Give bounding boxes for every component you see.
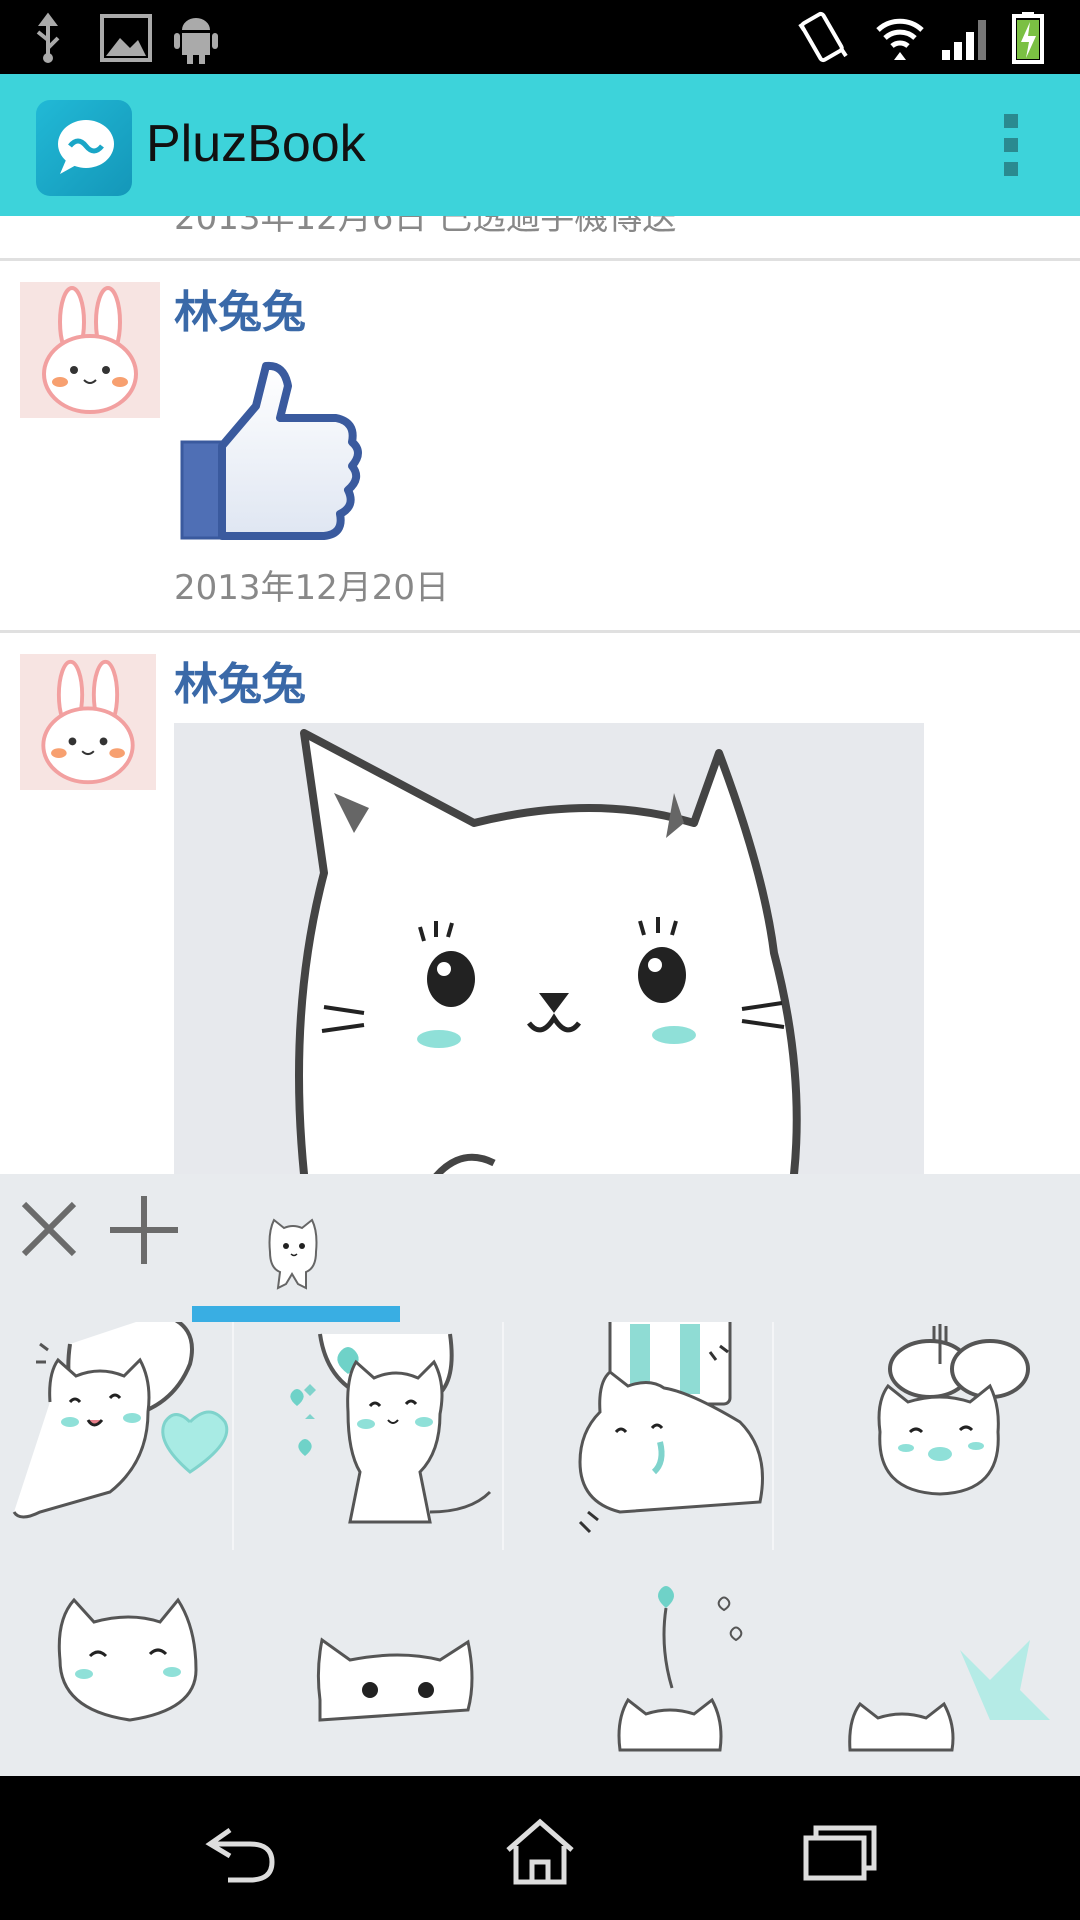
sticker-item[interactable] [540,1322,810,1547]
back-icon[interactable] [200,1816,280,1886]
wifi-icon [876,18,924,60]
sticker-item[interactable] [810,1550,1080,1775]
app-title: PluzBook [146,115,366,173]
avatar[interactable] [20,282,160,418]
battery-charging-icon [1012,12,1044,64]
app-logo-icon[interactable] [36,100,132,196]
sticker-panel [0,1174,1080,1776]
thumbs-up-sticker [180,361,362,540]
sticker-item[interactable] [810,1322,1080,1547]
vibrate-icon [798,11,848,63]
divider [0,630,1080,633]
status-bar [0,0,1080,74]
sticker-item[interactable] [540,1550,810,1775]
overflow-menu-icon[interactable] [1004,114,1022,178]
previous-post-timestamp: 2013年12月6日 已透過手機傳送 [174,216,677,238]
divider [0,258,1080,261]
action-bar: PluzBook [0,74,1080,216]
plus-icon[interactable] [104,1190,184,1270]
usb-icon [36,12,60,63]
sticker-item[interactable] [270,1322,540,1547]
signal-icon [942,20,986,60]
home-icon[interactable] [500,1816,580,1886]
android-icon [174,18,218,64]
close-icon[interactable] [14,1194,84,1264]
sticker-item[interactable] [270,1550,540,1775]
recent-apps-icon[interactable] [800,1816,880,1886]
gallery-icon [100,14,152,62]
sticker-item[interactable] [0,1322,270,1547]
cat-sticker-tab[interactable] [262,1212,324,1292]
tab-indicator [192,1306,400,1322]
post-username[interactable]: 林兔兔 [174,276,306,340]
avatar[interactable] [20,654,156,790]
post-username[interactable]: 林兔兔 [174,648,306,712]
message-feed[interactable]: 2013年12月6日 已透過手機傳送 林兔兔 2013年12月20日 林兔兔 [0,216,1080,1174]
sticker-grid[interactable] [0,1322,1080,1776]
white-cat-sticker[interactable] [174,723,924,1174]
sticker-item[interactable] [0,1550,270,1775]
sticker-panel-toolbar [0,1174,1080,1322]
post-timestamp: 2013年12月20日 [174,568,450,608]
navigation-bar [0,1776,1080,1920]
